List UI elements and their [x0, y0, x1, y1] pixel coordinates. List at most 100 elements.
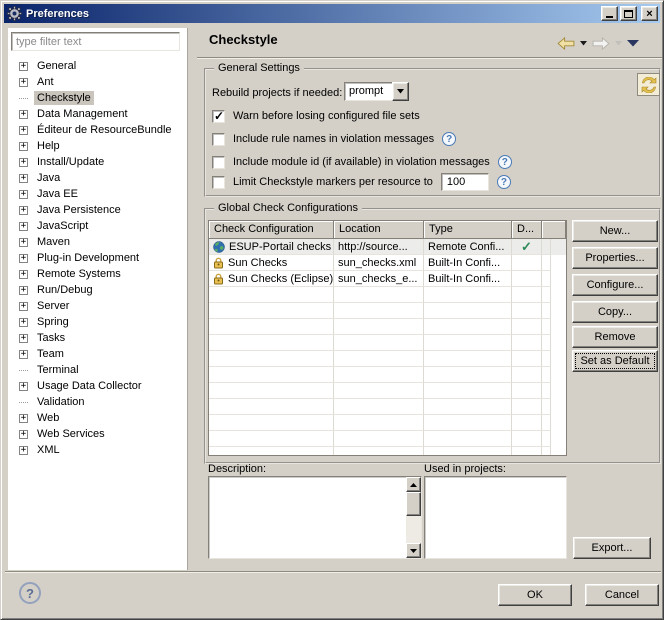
tree-item-usage-data-collector[interactable]: +Usage Data Collector	[8, 378, 186, 394]
tree-item-data-management[interactable]: +Data Management	[8, 106, 186, 122]
table-row-esup-portail-checks[interactable]: ESUP-Portail checkshttp://source...Remot…	[209, 239, 566, 255]
maximize-button[interactable]	[620, 6, 637, 21]
set-as-default-button[interactable]: Set as Default	[572, 350, 658, 372]
description-textarea	[208, 476, 422, 559]
remove-button[interactable]: Remove	[572, 326, 658, 348]
column-header[interactable]: Type	[424, 221, 512, 239]
expand-plus-icon[interactable]: +	[19, 158, 28, 167]
marker-limit-field[interactable]: 100	[441, 173, 489, 191]
expand-plus-icon[interactable]: +	[19, 62, 28, 71]
maximize-icon	[624, 10, 633, 18]
description-label: Description:	[208, 463, 266, 475]
warn-checkbox-row[interactable]: Warn before losing configured file sets	[212, 108, 420, 124]
rule-names-checkbox-row[interactable]: Include rule names in violation messages…	[212, 131, 456, 147]
tree-item-xml[interactable]: +XML	[8, 442, 186, 458]
copy-button[interactable]: Copy...	[572, 301, 658, 323]
combo-dropdown-button[interactable]	[392, 82, 409, 101]
checkbox[interactable]	[212, 133, 225, 146]
expand-plus-icon[interactable]: +	[19, 414, 28, 423]
checkbox[interactable]	[212, 110, 225, 123]
help-icon[interactable]: ?	[498, 155, 512, 169]
scroll-down-icon[interactable]	[406, 543, 421, 558]
tree-item-tasks[interactable]: +Tasks	[8, 330, 186, 346]
tree-item-install-update[interactable]: +Install/Update	[8, 154, 186, 170]
expand-plus-icon[interactable]: +	[19, 142, 28, 151]
help-icon[interactable]: ?	[442, 132, 456, 146]
rebuild-combobox[interactable]: prompt	[344, 82, 409, 101]
tree-item-run-debug[interactable]: +Run/Debug	[8, 282, 186, 298]
minimize-button[interactable]	[601, 6, 618, 21]
view-menu-icon[interactable]	[627, 40, 639, 47]
tree-item-team[interactable]: +Team	[8, 346, 186, 362]
expand-plus-icon[interactable]: +	[19, 446, 28, 455]
column-header[interactable]: D...	[512, 221, 542, 239]
tree-item-diteur-de-resourcebundle[interactable]: +Éditeur de ResourceBundle	[8, 122, 186, 138]
back-arrow-icon[interactable]	[557, 37, 575, 50]
expand-plus-icon[interactable]: +	[19, 110, 28, 119]
expand-plus-icon[interactable]: +	[19, 302, 28, 311]
tree-item-web-services[interactable]: +Web Services	[8, 426, 186, 442]
close-button[interactable]: ×	[641, 6, 658, 21]
expand-plus-icon[interactable]: +	[19, 174, 28, 183]
tree-item-java-persistence[interactable]: +Java Persistence	[8, 202, 186, 218]
expand-plus-icon[interactable]: +	[19, 350, 28, 359]
filter-input[interactable]	[11, 32, 180, 51]
checkbox[interactable]	[212, 176, 225, 189]
description-scrollbar[interactable]	[406, 477, 421, 558]
expand-plus-icon[interactable]: +	[19, 430, 28, 439]
tree-item-java-ee[interactable]: +Java EE	[8, 186, 186, 202]
gear-app-icon	[6, 6, 22, 22]
ok-button[interactable]: OK	[498, 584, 572, 606]
tree-item-terminal[interactable]: Terminal	[8, 362, 186, 378]
tree-item-ant[interactable]: +Ant	[8, 74, 186, 90]
dialog-help-button[interactable]: ?	[19, 582, 41, 604]
check-config-table[interactable]: Check Configuration Location Type D... E…	[208, 220, 567, 456]
cell-location: http://source...	[334, 239, 424, 255]
tree-item-server[interactable]: +Server	[8, 298, 186, 314]
expand-plus-icon[interactable]: +	[19, 206, 28, 215]
limit-markers-checkbox-row[interactable]: Limit Checkstyle markers per resource to…	[212, 174, 511, 190]
properties-button[interactable]: Properties...	[572, 247, 658, 269]
expand-plus-icon[interactable]: +	[19, 238, 28, 247]
help-icon[interactable]: ?	[497, 175, 511, 189]
back-dropdown-icon[interactable]	[580, 41, 587, 46]
checkbox[interactable]	[212, 156, 225, 169]
tree-item-web[interactable]: +Web	[8, 410, 186, 426]
scrollbar-track[interactable]	[406, 516, 421, 543]
expand-plus-icon[interactable]: +	[19, 318, 28, 327]
expand-plus-icon[interactable]: +	[19, 286, 28, 295]
expand-plus-icon[interactable]: +	[19, 254, 28, 263]
tree-item-maven[interactable]: +Maven	[8, 234, 186, 250]
scroll-up-icon[interactable]	[406, 477, 421, 492]
column-header[interactable]: Check Configuration	[209, 221, 334, 239]
expand-plus-icon[interactable]: +	[19, 382, 28, 391]
tree-item-plug-in-development[interactable]: +Plug-in Development	[8, 250, 186, 266]
tree-item-checkstyle[interactable]: Checkstyle	[8, 90, 186, 106]
tree-item-spring[interactable]: +Spring	[8, 314, 186, 330]
table-row-sun-checks-eclipse[interactable]: Sun Checks (Eclipse)sun_checks_e...Built…	[209, 271, 566, 287]
expand-plus-icon[interactable]: +	[19, 126, 28, 135]
expand-plus-icon[interactable]: +	[19, 222, 28, 231]
cell-type: Built-In Confi...	[424, 271, 512, 287]
scrollbar-thumb[interactable]	[406, 492, 421, 516]
column-header[interactable]: Location	[334, 221, 424, 239]
tree-item-java[interactable]: +Java	[8, 170, 186, 186]
title-bar[interactable]: Preferences ×	[4, 4, 660, 23]
tree-item-help[interactable]: + Help	[8, 138, 186, 154]
tree-item-label: Help	[34, 139, 63, 153]
tree-item-javascript[interactable]: +JavaScript	[8, 218, 186, 234]
cancel-button[interactable]: Cancel	[585, 584, 659, 606]
expand-plus-icon[interactable]: +	[19, 78, 28, 87]
new-button[interactable]: New...	[572, 220, 658, 242]
tree-item-validation[interactable]: Validation	[8, 394, 186, 410]
module-id-checkbox-row[interactable]: Include module id (if available) in viol…	[212, 154, 512, 170]
expand-plus-icon[interactable]: +	[19, 190, 28, 199]
table-row-sun-checks[interactable]: Sun Checkssun_checks.xmlBuilt-In Confi..…	[209, 255, 566, 271]
expand-plus-icon[interactable]: +	[19, 270, 28, 279]
configure-button[interactable]: Configure...	[572, 274, 658, 296]
tree-item-remote-systems[interactable]: +Remote Systems	[8, 266, 186, 282]
rebuild-refresh-icon-button[interactable]	[637, 73, 660, 96]
export-button[interactable]: Export...	[573, 537, 651, 559]
tree-item-general[interactable]: +General	[8, 58, 186, 74]
expand-plus-icon[interactable]: +	[19, 334, 28, 343]
